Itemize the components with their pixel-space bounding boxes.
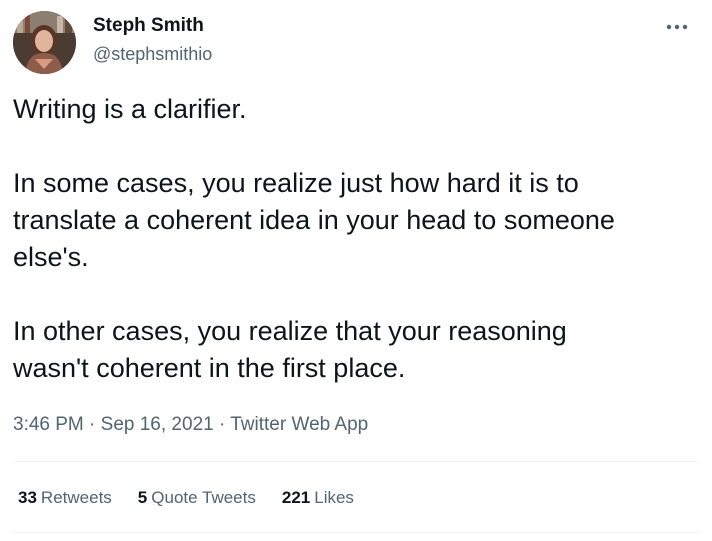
avatar[interactable]: [13, 11, 76, 74]
meta-separator: ·: [89, 414, 96, 435]
retweets-label: Retweets: [40, 488, 112, 507]
divider: [13, 461, 699, 462]
likes-count: 221: [281, 488, 311, 507]
likes-label: Likes: [314, 488, 354, 507]
author-display-name[interactable]: Steph Smith: [93, 14, 212, 38]
likes-stat[interactable]: 221 Likes: [282, 487, 354, 509]
author-block: Steph Smith @stephsmithio: [93, 14, 212, 66]
retweets-count: 33: [18, 488, 37, 507]
more-horizontal-icon: [666, 24, 688, 30]
author-handle[interactable]: @stephsmithio: [93, 42, 212, 66]
quote-tweets-count: 5: [137, 488, 148, 507]
divider: [13, 532, 699, 533]
tweet-meta: 3:46 PM · Sep 16, 2021 · Twitter Web App: [13, 413, 368, 437]
more-options-button[interactable]: [660, 15, 694, 39]
tweet-stats: 33 Retweets 5 Quote Tweets 221 Likes: [18, 487, 380, 509]
meta-separator: ·: [218, 414, 226, 435]
profile-photo: [13, 11, 76, 74]
tweet-card: Steph Smith @stephsmithio Writing is a c…: [0, 0, 712, 541]
tweet-source[interactable]: Twitter Web App: [230, 414, 368, 435]
quote-tweets-label: Quote Tweets: [151, 488, 256, 507]
retweets-stat[interactable]: 33 Retweets: [18, 487, 112, 509]
tweet-time[interactable]: 3:46 PM: [13, 414, 84, 435]
quote-tweets-stat[interactable]: 5 Quote Tweets: [138, 487, 256, 509]
tweet-date[interactable]: Sep 16, 2021: [101, 414, 214, 435]
tweet-text: Writing is a clarifier. In some cases, y…: [13, 94, 615, 383]
